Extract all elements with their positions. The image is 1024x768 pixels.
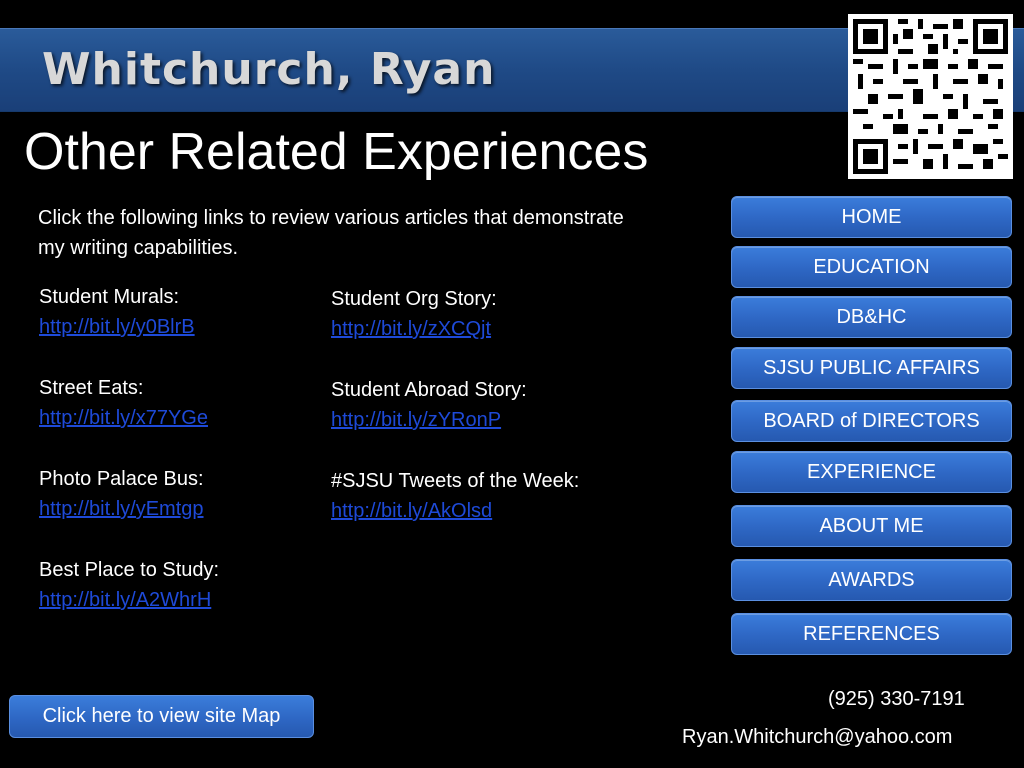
nav-references-button[interactable]: REFERENCES <box>731 613 1012 655</box>
site-owner-name: Whitchurch, Ryan <box>42 44 496 95</box>
contact-phone: (925) 330-7191 <box>828 688 965 710</box>
article-item: Best Place to Study: http://bit.ly/A2Whr… <box>39 555 339 615</box>
nav-home-button[interactable]: HOME <box>731 196 1012 238</box>
nav-dbhc-button[interactable]: DB&HC <box>731 296 1012 338</box>
article-label: Street Eats: <box>39 377 144 399</box>
nav-sjsu-public-affairs-button[interactable]: SJSU PUBLIC AFFAIRS <box>731 347 1012 389</box>
article-label: Photo Palace Bus: <box>39 468 204 490</box>
article-link[interactable]: http://bit.ly/x77YGe <box>39 403 208 433</box>
contact-email: Ryan.Whitchurch@yahoo.com <box>682 726 953 748</box>
article-label: Student Murals: <box>39 286 180 308</box>
article-item: Street Eats: http://bit.ly/x77YGe <box>39 373 339 433</box>
article-link[interactable]: http://bit.ly/yEmtgp <box>39 494 204 524</box>
article-label: Student Abroad Story: <box>331 379 527 401</box>
page-title: Other Related Experiences <box>24 123 649 181</box>
article-link[interactable]: http://bit.ly/y0BlrB <box>39 312 195 342</box>
articles-left-column: Student Murals: http://bit.ly/y0BlrB Str… <box>39 282 339 646</box>
intro-text: Click the following links to review vari… <box>38 207 624 259</box>
nav-education-button[interactable]: EDUCATION <box>731 246 1012 288</box>
article-item: Student Abroad Story: http://bit.ly/zYRo… <box>331 375 631 435</box>
nav-experience-button[interactable]: EXPERIENCE <box>731 451 1012 493</box>
article-item: #SJSU Tweets of the Week: http://bit.ly/… <box>331 466 631 526</box>
article-item: Photo Palace Bus: http://bit.ly/yEmtgp <box>39 464 339 524</box>
article-label: Student Org Story: <box>331 288 497 310</box>
nav-awards-button[interactable]: AWARDS <box>731 559 1012 601</box>
article-label: Best Place to Study: <box>39 559 220 581</box>
article-link[interactable]: http://bit.ly/zYRonP <box>331 405 501 435</box>
article-link[interactable]: http://bit.ly/zXCQjt <box>331 314 491 344</box>
article-link[interactable]: http://bit.ly/A2WhrH <box>39 585 211 615</box>
nav-board-of-directors-button[interactable]: BOARD of DIRECTORS <box>731 400 1012 442</box>
site-map-button[interactable]: Click here to view site Map <box>9 695 314 738</box>
article-label: #SJSU Tweets of the Week: <box>331 470 580 492</box>
qr-code-icon <box>848 14 1013 179</box>
nav-about-me-button[interactable]: ABOUT ME <box>731 505 1012 547</box>
article-item: Student Murals: http://bit.ly/y0BlrB <box>39 282 339 342</box>
article-link[interactable]: http://bit.ly/AkOlsd <box>331 496 492 526</box>
articles-right-column: Student Org Story: http://bit.ly/zXCQjt … <box>331 284 631 557</box>
article-item: Student Org Story: http://bit.ly/zXCQjt <box>331 284 631 344</box>
